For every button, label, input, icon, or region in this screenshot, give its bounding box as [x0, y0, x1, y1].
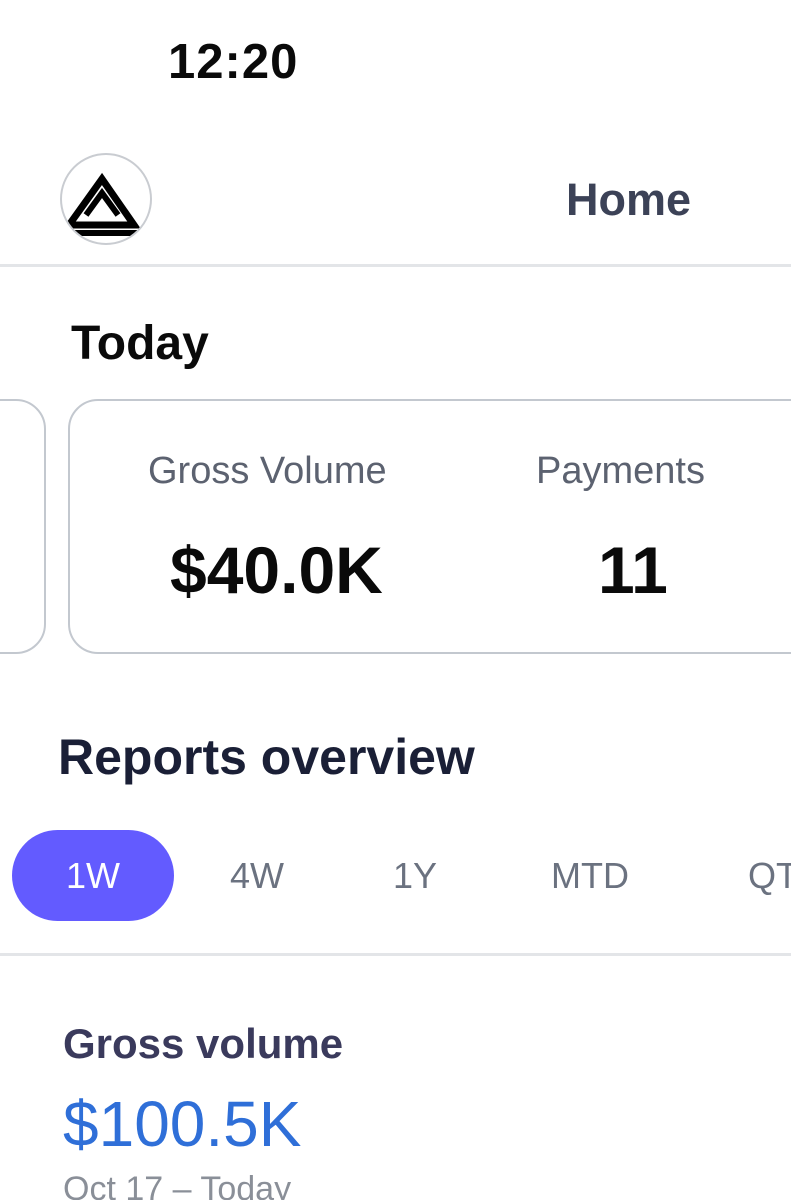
gross-volume-report-title: Gross volume: [63, 1020, 344, 1067]
status-time: 12:20: [168, 35, 299, 89]
gross-volume-date-range: Oct 17 – Today: [63, 1170, 292, 1200]
tab-1w[interactable]: 1W: [12, 830, 174, 921]
gross-volume-label: Gross Volume: [148, 450, 387, 492]
tab-mtd[interactable]: MTD: [540, 830, 640, 921]
triangle-logo-icon: [62, 172, 146, 236]
page-title: Home: [566, 174, 692, 225]
reports-heading: Reports overview: [58, 729, 475, 785]
today-heading: Today: [71, 317, 209, 370]
gross-volume-report-value[interactable]: $100.5K: [63, 1087, 301, 1161]
previous-metric-card[interactable]: [0, 399, 46, 654]
payments-label: Payments: [536, 450, 705, 492]
account-logo[interactable]: [60, 153, 152, 245]
tabs-divider: [0, 953, 791, 956]
range-tabs: 1W 4W 1Y MTD QTD: [0, 830, 791, 922]
payments-value: 11: [598, 533, 668, 607]
tab-qtd[interactable]: QTD: [748, 830, 791, 921]
header-divider: [0, 264, 791, 267]
tab-4w[interactable]: 4W: [212, 830, 302, 921]
app-screen: 12:20 Home Today Gross Volume $40.0K Pay…: [0, 0, 791, 1200]
tab-1y[interactable]: 1Y: [375, 830, 455, 921]
gross-volume-value: $40.0K: [170, 533, 383, 607]
today-metrics-card[interactable]: [68, 399, 791, 654]
